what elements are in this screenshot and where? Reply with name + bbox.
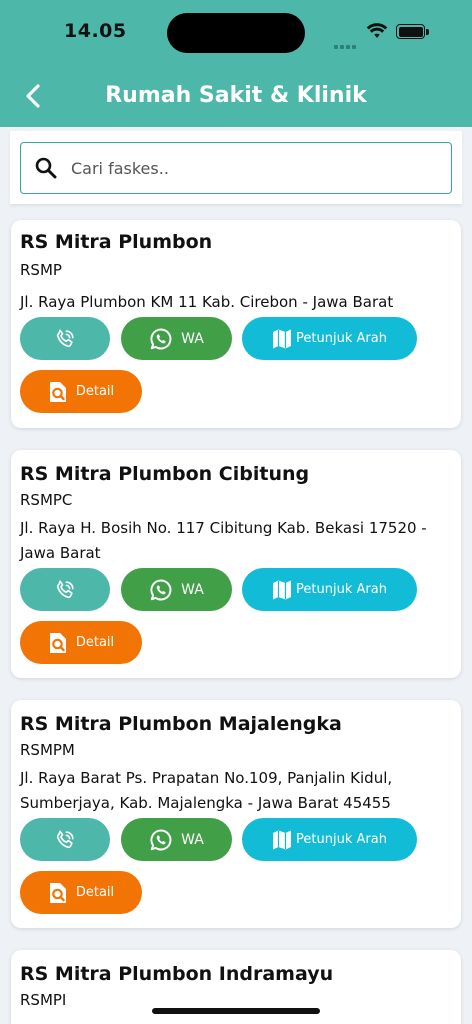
facility-card[interactable]: RS Mitra Plumbon Cibitung RSMPC Jl. Raya… — [11, 450, 461, 678]
facility-name: RS Mitra Plumbon Cibitung — [20, 463, 310, 485]
facility-code: RSMP — [20, 261, 62, 279]
directions-button[interactable]: Petunjuk Arah — [242, 818, 417, 861]
status-time: 14.05 — [64, 20, 127, 42]
whatsapp-icon — [150, 327, 172, 349]
detail-button[interactable]: Detail — [20, 871, 142, 914]
detail-button[interactable]: Detail — [20, 370, 142, 413]
facility-name: RS Mitra Plumbon — [20, 231, 213, 253]
dynamic-island — [167, 13, 305, 53]
directions-button[interactable]: Petunjuk Arah — [242, 568, 417, 611]
search-box[interactable] — [20, 142, 452, 194]
facility-card[interactable]: RS Mitra Plumbon Majalengka RSMPM Jl. Ra… — [11, 700, 461, 928]
facility-name: RS Mitra Plumbon Majalengka — [20, 713, 342, 735]
search-document-icon — [49, 381, 66, 402]
whatsapp-icon — [150, 578, 172, 600]
whatsapp-icon — [150, 828, 172, 850]
facility-code: RSMPI — [20, 991, 67, 1009]
facility-name: RS Mitra Plumbon Indramayu — [20, 963, 334, 985]
directions-label: Petunjuk Arah — [296, 582, 387, 597]
phone-call-icon — [56, 328, 74, 347]
search-document-icon — [49, 882, 66, 903]
detail-label: Detail — [75, 384, 115, 399]
facility-address: Jl. Raya Plumbon KM 11 Kab. Cirebon - Ja… — [20, 293, 394, 311]
facility-code: RSMPM — [20, 741, 75, 759]
signal-icon — [334, 34, 360, 49]
facility-code: RSMPC — [20, 491, 73, 509]
directions-label: Petunjuk Arah — [296, 331, 387, 346]
map-icon — [273, 830, 292, 849]
whatsapp-label: WA — [181, 581, 204, 598]
search-input[interactable] — [71, 151, 441, 185]
search-bar — [10, 131, 462, 204]
phone-call-icon — [56, 579, 74, 598]
battery-icon — [396, 24, 430, 40]
facility-card[interactable]: RS Mitra Plumbon RSMP Jl. Raya Plumbon K… — [11, 220, 461, 428]
whatsapp-label: WA — [181, 330, 204, 347]
whatsapp-button[interactable]: WA — [121, 568, 232, 611]
phone-call-icon — [56, 829, 74, 848]
facility-address: Jl. Raya H. Bosih No. 117 Cibitung Kab. … — [20, 519, 427, 562]
search-document-icon — [49, 632, 66, 653]
detail-label: Detail — [75, 635, 115, 650]
app-header: 14.05 Rumah Sakit & Klinik — [0, 0, 472, 127]
directions-button[interactable]: Petunjuk Arah — [242, 317, 417, 360]
detail-button[interactable]: Detail — [20, 621, 142, 664]
directions-label: Petunjuk Arah — [296, 832, 387, 847]
map-icon — [273, 580, 292, 599]
facility-address: Jl. Raya Barat Ps. Prapatan No.109, Panj… — [20, 769, 393, 812]
call-button[interactable] — [20, 317, 110, 360]
call-button[interactable] — [20, 568, 110, 611]
call-button[interactable] — [20, 818, 110, 861]
detail-label: Detail — [75, 885, 115, 900]
whatsapp-button[interactable]: WA — [121, 818, 232, 861]
wifi-icon — [366, 23, 388, 38]
whatsapp-label: WA — [181, 831, 204, 848]
home-indicator — [152, 1008, 320, 1014]
map-icon — [273, 329, 292, 348]
page-title: Rumah Sakit & Klinik — [105, 83, 367, 108]
search-icon — [35, 157, 57, 179]
whatsapp-button[interactable]: WA — [121, 317, 232, 360]
